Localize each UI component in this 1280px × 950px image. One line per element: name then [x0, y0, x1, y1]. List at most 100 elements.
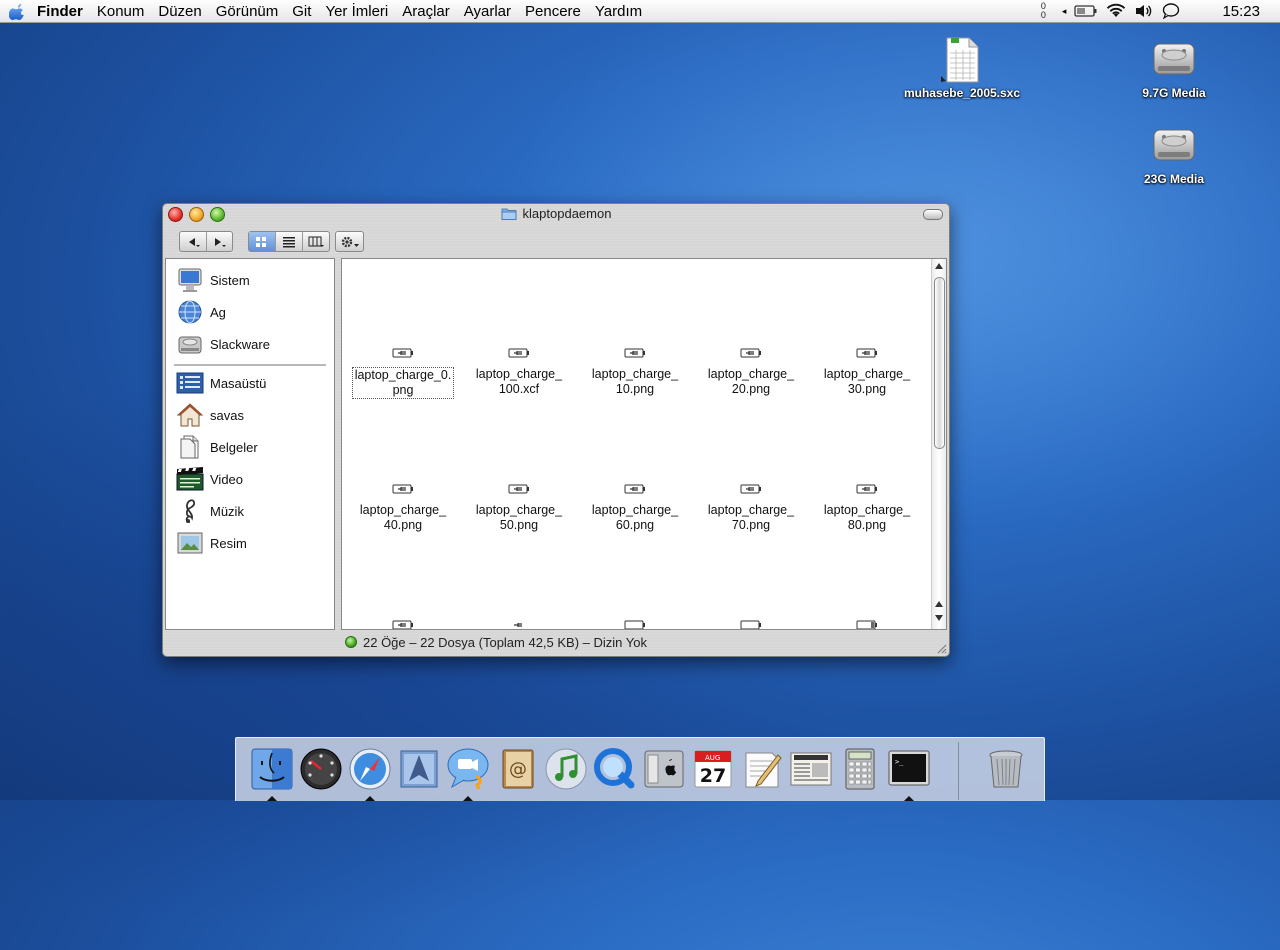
menu-bar: Finder Konum Düzen Görünüm Git Yer İmler…	[0, 0, 1280, 23]
action-menu-button[interactable]	[335, 231, 364, 252]
sidebar-item-savas[interactable]: savas	[176, 400, 244, 430]
ichat-status-icon[interactable]	[1162, 3, 1180, 19]
icon-view-button[interactable]	[249, 232, 276, 251]
battery-charge-icon	[856, 348, 877, 358]
file-item[interactable]: laptop_charge_ 60.png	[580, 483, 690, 533]
desktop-file-muhasebe[interactable]: muhasebe_2005.sxc	[892, 36, 1032, 100]
sidebar-item-belgeler[interactable]: Belgeler	[176, 432, 258, 462]
scrollbar-thumb[interactable]	[934, 277, 945, 449]
file-item[interactable]: laptop_charge_ 20.png	[696, 347, 806, 397]
menu-extras: 0 0 ◂ 15:23	[1041, 0, 1280, 22]
file-name-line: 100.xcf	[498, 382, 540, 396]
menu-pencere[interactable]: Pencere	[525, 3, 581, 20]
battery-empty-icon[interactable]	[740, 619, 762, 630]
file-item[interactable]: laptop_charge_ 30.png	[812, 347, 922, 397]
terminal-dock-icon[interactable]: >_	[887, 747, 931, 791]
ical-dock-icon[interactable]: AUG 27	[691, 747, 735, 791]
mail-dock-icon[interactable]	[397, 747, 441, 791]
wifi-icon[interactable]	[1106, 3, 1126, 19]
safari-dock-icon[interactable]	[348, 747, 392, 791]
menu-duzen[interactable]: Düzen	[158, 3, 201, 20]
scroll-up-arrow-icon[interactable]	[935, 263, 943, 269]
dock: @ AUG 27 >_	[235, 737, 1045, 801]
toolbar-toggle-button[interactable]	[923, 209, 943, 220]
music-icon	[176, 497, 204, 525]
battery-low-icon[interactable]	[856, 619, 878, 630]
sidebar-item-slackware[interactable]: Slackware	[176, 329, 270, 359]
menu-finder[interactable]: Finder	[37, 3, 83, 20]
menu-ayarlar[interactable]: Ayarlar	[464, 3, 511, 20]
action-seg[interactable]	[336, 232, 363, 251]
menu-gorunum[interactable]: Görünüm	[216, 3, 279, 20]
plug-icon[interactable]	[508, 619, 530, 630]
file-name-line: 50.png	[499, 518, 539, 532]
menu-yardim[interactable]: Yardım	[595, 3, 642, 20]
file-name: laptop_charge_ 10.png	[590, 367, 680, 397]
sidebar-item-resim[interactable]: Resim	[176, 528, 247, 558]
ical-month: AUG	[705, 754, 720, 762]
file-item[interactable]: laptop_charge_ 100.xcf	[464, 347, 574, 397]
computer-icon	[176, 266, 204, 294]
hard-drive-icon	[176, 330, 204, 358]
forward-button[interactable]	[207, 232, 233, 251]
battery-empty-icon[interactable]	[624, 619, 646, 630]
quicktime-dock-icon[interactable]	[593, 747, 637, 791]
dashboard-dock-icon[interactable]	[299, 747, 343, 791]
sidebar-item-video[interactable]: Video	[176, 464, 243, 494]
menu-konum[interactable]: Konum	[97, 3, 145, 20]
scroll-down-arrow-icon[interactable]	[935, 615, 943, 621]
sidebar-item-sistem[interactable]: Sistem	[176, 265, 250, 295]
file-item[interactable]: laptop_charge_ 40.png	[348, 483, 458, 533]
system-preferences-dock-icon[interactable]	[642, 747, 686, 791]
file-item[interactable]: laptop_charge_0. png	[348, 347, 458, 399]
finder-dock-icon[interactable]	[250, 747, 294, 791]
itunes-dock-icon[interactable]	[544, 747, 588, 791]
list-view-button[interactable]	[276, 232, 303, 251]
file-item[interactable]: laptop_charge_ 70.png	[696, 483, 806, 533]
battery-charge-icon	[740, 484, 761, 494]
sidebar-item-muzik[interactable]: Müzik	[176, 496, 244, 526]
battery-icon[interactable]	[1074, 4, 1098, 18]
textedit-dock-icon[interactable]	[740, 747, 784, 791]
network-monitor[interactable]: 0 0	[1041, 2, 1046, 20]
status-light-icon	[345, 636, 357, 648]
volume-icon[interactable]	[1134, 3, 1154, 19]
window-titlebar[interactable]: klaptopdaemon	[163, 204, 949, 226]
running-indicator	[904, 796, 914, 801]
window-toolbar	[163, 228, 949, 256]
menu-clock[interactable]: 15:23	[1222, 3, 1260, 20]
calculator-dock-icon[interactable]	[838, 747, 882, 791]
back-button[interactable]	[180, 232, 207, 251]
file-item[interactable]: laptop_charge_ 80.png	[812, 483, 922, 533]
desktop-volume-9-7g[interactable]: 9.7G Media	[1104, 36, 1244, 100]
sidebar: Sistem Ag Slackware Masaüstü savas Belge…	[165, 258, 335, 630]
menu-araclar[interactable]: Araçlar	[402, 3, 450, 20]
sidebar-item-ag[interactable]: Ag	[176, 297, 226, 327]
trash-dock-icon[interactable]	[984, 747, 1028, 791]
vertical-scrollbar[interactable]	[931, 259, 946, 629]
forward-arrow-icon	[215, 237, 227, 247]
ichat-dock-icon[interactable]	[446, 747, 490, 791]
column-view-button[interactable]	[303, 232, 329, 251]
desktop-volume-23g[interactable]: 23G Media	[1104, 122, 1244, 186]
newspaper-dock-icon[interactable]	[789, 747, 833, 791]
menu-yer-imleri[interactable]: Yer İmleri	[325, 3, 388, 20]
file-icon-view[interactable]: laptop_charge_0. png laptop_charge_ 100.xc…	[341, 258, 947, 630]
file-name-line: laptop_charge_	[707, 503, 795, 517]
battery-charge-icon[interactable]	[392, 619, 414, 630]
file-item[interactable]: laptop_charge_ 10.png	[580, 347, 690, 397]
file-name-line: png	[392, 383, 414, 397]
address-book-dock-icon[interactable]: @	[495, 747, 539, 791]
apple-menu-icon[interactable]	[9, 2, 27, 20]
menu-git[interactable]: Git	[292, 3, 311, 20]
resize-grip-icon[interactable]	[935, 642, 947, 654]
svg-text:@: @	[509, 759, 527, 780]
scroll-up-arrow-icon[interactable]	[935, 601, 943, 607]
sidebar-divider	[174, 364, 326, 366]
file-name-line: laptop_charge_	[707, 367, 795, 381]
battery-charge-icon	[856, 484, 877, 494]
file-item[interactable]: laptop_charge_ 50.png	[464, 483, 574, 533]
sidebar-item-masaustu[interactable]: Masaüstü	[176, 368, 266, 398]
sidebar-item-label: Resim	[210, 535, 247, 551]
documents-icon	[176, 433, 204, 461]
